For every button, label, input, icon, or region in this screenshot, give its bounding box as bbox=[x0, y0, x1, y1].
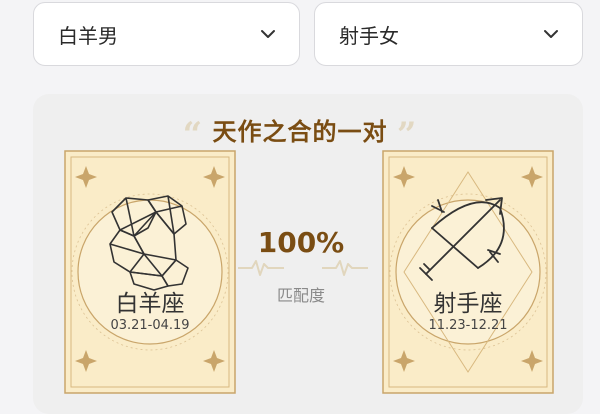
right-sign-name: 射手座 bbox=[433, 291, 503, 317]
match-label: 匹配度 bbox=[276, 286, 325, 305]
match-title: “ 天作之合的一对 ” bbox=[0, 112, 600, 155]
right-sign-dates: 11.23-12.21 bbox=[428, 318, 508, 333]
chevron-down-icon bbox=[544, 30, 558, 38]
male-sign-select-value: 白羊男 bbox=[58, 23, 118, 48]
left-sign-dates: 03.21-04.19 bbox=[110, 318, 190, 333]
left-sign-name: 白羊座 bbox=[115, 291, 185, 317]
heartbeat-line-icon bbox=[322, 260, 368, 276]
aries-ram-icon bbox=[109, 195, 189, 291]
aries-card: 白羊座 03.21-04.19 bbox=[64, 150, 236, 394]
close-quote-mark: ” bbox=[396, 115, 418, 155]
heartbeat-line-icon bbox=[238, 260, 284, 276]
open-quote-mark: “ bbox=[182, 115, 204, 155]
female-sign-select-value: 射手女 bbox=[339, 23, 399, 48]
male-sign-select[interactable]: 白羊男 bbox=[33, 2, 300, 66]
sagittarius-card: 射手座 11.23-12.21 bbox=[382, 150, 554, 394]
sagittarius-bow-icon bbox=[419, 197, 505, 281]
match-title-text: 天作之合的一对 bbox=[212, 118, 388, 146]
match-percent: 100% bbox=[257, 226, 345, 259]
female-sign-select[interactable]: 射手女 bbox=[314, 2, 583, 66]
chevron-down-icon bbox=[261, 30, 275, 38]
